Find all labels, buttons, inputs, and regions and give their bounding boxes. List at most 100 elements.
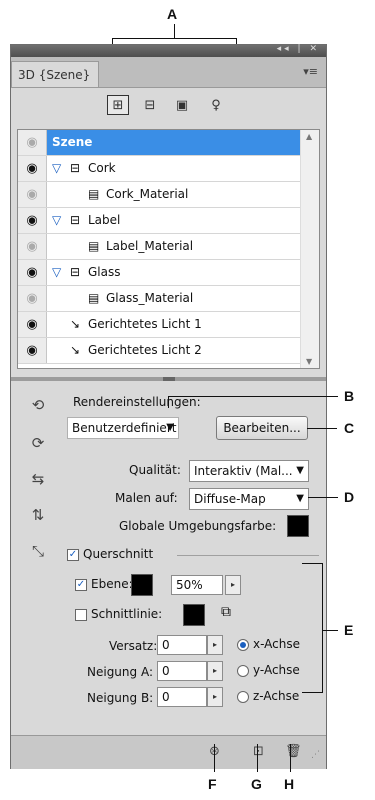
global-ambient-color-label: Globale Umgebungsfarbe: <box>119 519 277 533</box>
edit-render-settings-button[interactable]: Bearbeiten... <box>216 416 308 440</box>
cross-section-label: Querschnitt <box>83 547 154 561</box>
tree-row-label-mesh[interactable]: ◉ ▽ ⊟ Label <box>18 208 301 234</box>
callout-e: E <box>344 622 354 638</box>
visibility-eye-icon[interactable]: ◉ <box>18 234 47 259</box>
drag-tool-icon[interactable]: ⇆ <box>25 467 51 491</box>
tree-row-light-1[interactable]: ◉ ↘ Gerichtetes Licht 1 <box>18 312 301 338</box>
x-axis-radio[interactable] <box>237 639 249 651</box>
visibility-eye-icon[interactable]: ◉ <box>18 156 47 181</box>
render-settings-label: Rendereinstellungen: <box>73 395 201 409</box>
plane-opacity-field[interactable]: 50% <box>171 575 223 595</box>
visibility-eye-icon[interactable]: ◉ <box>18 260 47 285</box>
panel-tab-row: 3D {Szene} ▾≡ <box>11 57 326 88</box>
plane-opacity-slider-arrow-icon[interactable]: ▸ <box>225 575 241 595</box>
mesh-icon: ⊟ <box>70 161 81 175</box>
callout-g: G <box>251 776 262 792</box>
expand-triangle-icon[interactable]: ▽ <box>52 213 61 227</box>
tab-3d-scene[interactable]: 3D {Szene} <box>11 61 99 87</box>
visibility-eye-icon[interactable]: ◉ <box>18 208 47 233</box>
meshes-filter-icon[interactable]: ⊟ <box>139 95 161 115</box>
z-axis-radio[interactable] <box>237 691 249 703</box>
tree-row-cork-material[interactable]: ◉ ▤ Cork_Material <box>18 182 301 208</box>
visibility-eye-icon[interactable]: ◉ <box>18 286 47 311</box>
visibility-eye-icon[interactable]: ◉ <box>18 182 47 207</box>
quality-label: Qualität: <box>129 463 181 477</box>
cross-section-rule <box>177 555 319 556</box>
scroll-down-icon[interactable]: ▼ <box>306 357 312 366</box>
x-axis-label: x-Achse <box>253 637 301 651</box>
callout-c: C <box>344 420 355 436</box>
panel-menu-icon[interactable]: ▾≡ <box>303 65 318 78</box>
scroll-up-icon[interactable]: ▲ <box>306 132 312 141</box>
tilt-b-field[interactable]: 0 <box>157 687 207 707</box>
visibility-eye-icon[interactable]: ◉ <box>18 130 47 155</box>
chevron-down-icon: ▼ <box>296 465 304 476</box>
tree-scrollbar[interactable]: ▲ ▼ <box>300 130 319 368</box>
callout-e-bracket-bottom <box>302 692 322 693</box>
tilt-b-slider-arrow-icon[interactable]: ▸ <box>207 687 223 707</box>
panel-title-bar: ◂◂ | ✕ <box>11 44 326 57</box>
callout-h-line <box>290 744 291 772</box>
tilt-a-slider-arrow-icon[interactable]: ▸ <box>207 661 223 681</box>
quality-select[interactable]: Interaktiv (Mal... ▼ <box>189 460 309 482</box>
expand-triangle-icon[interactable]: ▽ <box>52 265 61 279</box>
3d-tools-bar: ⟲ ⟳ ⇆ ⇅ ⤡ <box>11 381 61 711</box>
whole-scene-filter-icon[interactable]: ⊞ <box>107 95 129 115</box>
callout-f: F <box>208 776 217 792</box>
delete-trash-icon[interactable]: 🗑 <box>285 744 302 759</box>
plane-checkbox[interactable]: ✓ <box>75 579 87 591</box>
plane-color-swatch[interactable] <box>131 574 153 596</box>
scene-tree: ◉ Szene ◉ ▽ ⊟ Cork ◉ ▤ Cork_Material ◉ ▽… <box>17 129 320 369</box>
callout-d: D <box>344 489 355 505</box>
expand-triangle-icon[interactable]: ▽ <box>52 161 61 175</box>
scale-tool-icon[interactable]: ⤡ <box>25 539 51 563</box>
roll-tool-icon[interactable]: ⟳ <box>25 431 51 455</box>
panel-collapse-close-controls[interactable]: ◂◂ | ✕ <box>277 44 320 54</box>
tree-row-glass-material[interactable]: ◉ ▤ Glass_Material <box>18 286 301 312</box>
light-icon: ↘ <box>70 343 81 357</box>
render-preset-select[interactable]: Benutzerdefiniert ▼ <box>67 417 179 439</box>
resize-grip-icon[interactable]: ⋰ <box>311 750 320 760</box>
y-axis-radio[interactable] <box>237 665 249 677</box>
new-light-icon[interactable]: ⊡ <box>253 744 264 759</box>
slide-tool-icon[interactable]: ⇅ <box>25 503 51 527</box>
materials-filter-icon[interactable]: ▣ <box>171 95 193 115</box>
tilt-a-label: Neigung A: <box>87 665 153 679</box>
visibility-eye-icon[interactable]: ◉ <box>18 338 47 363</box>
tilt-a-field[interactable]: 0 <box>157 661 207 681</box>
callout-b-line <box>168 396 169 408</box>
mesh-icon: ⊟ <box>70 265 81 279</box>
light-icon: ↘ <box>70 317 81 331</box>
global-ambient-color-swatch[interactable] <box>287 515 309 537</box>
chevron-down-icon: ▼ <box>166 422 174 433</box>
tree-row-label: Label_Material <box>106 239 194 253</box>
offset-field[interactable]: 0 <box>157 635 207 655</box>
intersection-label: Schnittlinie: <box>91 607 163 621</box>
tilt-b-label: Neigung B: <box>87 691 154 705</box>
offset-slider-arrow-icon[interactable]: ▸ <box>207 635 223 655</box>
flip-cross-section-icon[interactable]: ⧉ <box>221 604 231 620</box>
panel-bottom-bar: ⊛ ⊡ 🗑 ⋰ <box>11 735 326 769</box>
tree-row-cork[interactable]: ◉ ▽ ⊟ Cork <box>18 156 301 182</box>
tree-row-glass[interactable]: ◉ ▽ ⊟ Glass <box>18 260 301 286</box>
filter-toolbar: ⊞ ⊟ ▣ ♀ <box>11 87 326 121</box>
rotate-tool-icon[interactable]: ⟲ <box>25 393 51 417</box>
lights-filter-icon[interactable]: ♀ <box>205 95 227 115</box>
callout-e-bracket-side <box>322 563 323 693</box>
tree-row-label-material[interactable]: ◉ ▤ Label_Material <box>18 234 301 260</box>
splitter-grip-icon[interactable] <box>163 377 175 381</box>
paint-on-select[interactable]: Diffuse-Map ▼ <box>189 488 309 510</box>
intersection-checkbox[interactable] <box>75 609 87 621</box>
callout-f-line <box>214 744 215 772</box>
tree-row-light-2[interactable]: ◉ ↘ Gerichtetes Licht 2 <box>18 338 301 364</box>
intersection-color-swatch[interactable] <box>183 604 205 626</box>
tree-row-label: Glass <box>88 265 121 279</box>
material-icon: ▤ <box>88 187 100 201</box>
cross-section-checkbox[interactable]: ✓ <box>67 549 79 561</box>
callout-g-line <box>257 744 258 772</box>
visibility-eye-icon[interactable]: ◉ <box>18 312 47 337</box>
offset-label: Versatz: <box>109 639 158 653</box>
tree-row-label: Label <box>88 213 121 227</box>
callout-e-bracket-top <box>302 563 322 564</box>
tree-row-scene[interactable]: ◉ Szene <box>18 130 301 156</box>
